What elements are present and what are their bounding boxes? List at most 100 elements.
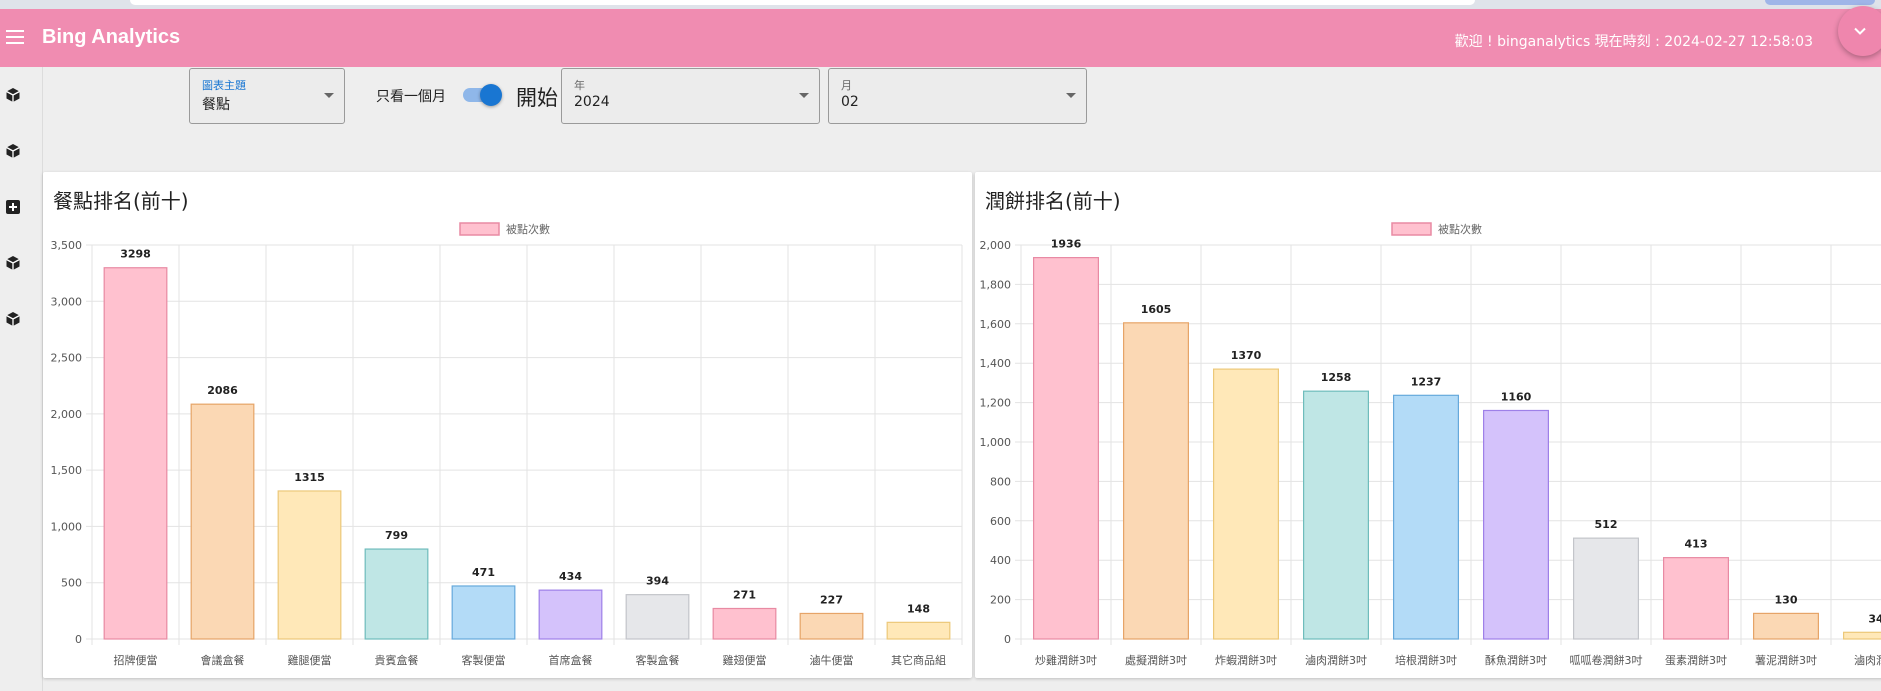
one-month-label: 只看一個月 xyxy=(376,89,446,105)
chevron-down-icon xyxy=(1854,27,1866,35)
bar-value-label: 1605 xyxy=(1141,303,1172,316)
x-tick-label: 雞腿便當 xyxy=(288,653,332,667)
bar xyxy=(1572,537,1639,640)
bar xyxy=(886,621,951,640)
x-tick-label: 培根潤餅3吋 xyxy=(1395,653,1457,667)
legend-label: 被點次數 xyxy=(506,222,550,236)
x-tick-label: 薯泥潤餅3吋 xyxy=(1755,653,1817,667)
bar xyxy=(1213,368,1280,640)
x-tick-label: 雞翅便當 xyxy=(723,653,767,667)
y-tick-label: 800 xyxy=(990,475,1011,488)
bar-value-label: 2086 xyxy=(207,384,238,397)
bar-value-label: 1160 xyxy=(1501,390,1532,403)
bar-value-label: 413 xyxy=(1685,538,1708,551)
bar xyxy=(1752,612,1819,640)
y-tick-label: 1,600 xyxy=(980,318,1012,331)
bar xyxy=(277,490,342,640)
x-tick-label: 滷肉潤餅 xyxy=(1854,653,1881,667)
bar xyxy=(1842,631,1881,640)
chart-theme-select[interactable]: 圖表主題 餐點 xyxy=(189,68,345,124)
x-tick-label: 貴賓盒餐 xyxy=(375,653,419,667)
bar xyxy=(190,403,255,640)
legend-swatch xyxy=(1391,222,1432,236)
x-tick-label: 其它商品組 xyxy=(891,653,946,667)
x-tick-label: 蛋素潤餅3吋 xyxy=(1665,653,1727,667)
y-tick-label: 2,500 xyxy=(51,352,83,365)
cube-icon[interactable] xyxy=(5,87,21,103)
chevron-down-icon xyxy=(324,93,334,98)
bar-value-label: 1936 xyxy=(1051,238,1082,251)
cube-icon[interactable] xyxy=(5,311,21,327)
toggle-knob xyxy=(480,84,502,106)
bar xyxy=(538,589,603,640)
runbing-ranking-chart: 被點次數 0 200 400 600 800 1,000 1,200 1,400 1,600 1,8… xyxy=(980,222,1881,667)
chart-theme-value: 餐點 xyxy=(202,97,230,113)
bar xyxy=(1662,557,1729,640)
bar xyxy=(1303,390,1370,640)
account-menu-button[interactable] xyxy=(1838,6,1881,56)
bar-value-label: 34 xyxy=(1868,612,1881,625)
bar xyxy=(1483,409,1550,640)
meal-ranking-chart: 被點次數 0 500 1,000 1,500 2,000 2,500 3,000 3,500 32… xyxy=(51,222,963,667)
start-label: 開始 xyxy=(516,86,558,110)
welcome-message: 歡迎 ! binganalytics 現在時刻 : 2024-02-27 12:… xyxy=(1454,34,1813,50)
month-select[interactable]: 月 02 xyxy=(828,68,1087,124)
x-tick-label: 招牌便當 xyxy=(114,653,158,667)
bar-value-label: 471 xyxy=(472,566,495,579)
year-value: 2024 xyxy=(574,94,610,110)
bar xyxy=(1032,257,1100,640)
plus-box-icon[interactable] xyxy=(5,199,21,215)
runbing-ranking-card: 潤餅排名(前十) 被點次數 0 200 400 600 800 1,000 1,200 1,40… xyxy=(975,172,1881,678)
meal-ranking-card: 餐點排名(前十) 被點次數 0 500 1,000 1,500 2,000 2,500 3,0… xyxy=(43,172,972,678)
x-tick-label: 會議盒餐 xyxy=(201,653,245,667)
x-tick-label: 酥魚潤餅3吋 xyxy=(1485,653,1547,667)
side-navigation xyxy=(0,67,43,691)
y-tick-label: 400 xyxy=(990,554,1011,567)
bar-value-label: 512 xyxy=(1595,518,1618,531)
bar xyxy=(1393,394,1460,640)
x-tick-label: 炸蝦潤餅3吋 xyxy=(1215,653,1277,667)
year-select[interactable]: 年 2024 xyxy=(561,68,820,124)
bar-value-label: 3298 xyxy=(120,248,151,261)
bar xyxy=(799,612,864,640)
bar-value-label: 799 xyxy=(385,529,408,542)
cube-icon[interactable] xyxy=(5,143,21,159)
chevron-down-icon xyxy=(799,93,809,98)
hamburger-menu-icon[interactable] xyxy=(6,30,24,46)
bar-value-label: 1370 xyxy=(1231,349,1262,362)
y-tick-label: 1,000 xyxy=(51,520,83,533)
app-bar: Bing Analytics 歡迎 ! binganalytics 現在時刻 :… xyxy=(0,9,1881,67)
x-tick-label: 首席盒餐 xyxy=(549,653,593,667)
x-tick-label: 客製盒餐 xyxy=(636,653,680,667)
y-tick-label: 0 xyxy=(75,633,82,646)
y-tick-label: 0 xyxy=(1004,633,1011,646)
browser-profile-button[interactable] xyxy=(1765,0,1875,5)
browser-address-bar[interactable] xyxy=(130,0,1475,5)
y-tick-label: 1,400 xyxy=(980,357,1012,370)
x-tick-label: 滷肉潤餅3吋 xyxy=(1305,653,1367,667)
one-month-toggle[interactable] xyxy=(461,82,505,108)
legend-label: 被點次數 xyxy=(1438,222,1482,236)
app-title: Bing Analytics xyxy=(42,26,181,48)
y-tick-label: 2,000 xyxy=(51,408,83,421)
y-tick-label: 1,000 xyxy=(980,436,1012,449)
cube-icon[interactable] xyxy=(5,255,21,271)
chart-theme-label: 圖表主題 xyxy=(202,79,246,92)
month-value: 02 xyxy=(841,94,859,110)
y-tick-label: 500 xyxy=(61,577,82,590)
bar-value-label: 1237 xyxy=(1411,375,1442,388)
bar-value-label: 271 xyxy=(733,588,756,601)
bar-value-label: 227 xyxy=(820,593,843,606)
y-tick-label: 200 xyxy=(990,594,1011,607)
bar-value-label: 434 xyxy=(559,570,582,583)
bar-value-label: 1315 xyxy=(294,471,325,484)
bar xyxy=(451,585,516,640)
y-tick-label: 3,000 xyxy=(51,295,83,308)
y-tick-label: 2,000 xyxy=(980,239,1012,252)
bar-value-label: 1258 xyxy=(1321,371,1352,384)
bar-value-label: 394 xyxy=(646,575,669,588)
y-tick-label: 1,200 xyxy=(980,397,1012,410)
legend-swatch xyxy=(459,222,500,236)
x-tick-label: 呱呱卷潤餅3吋 xyxy=(1570,653,1643,667)
bar-value-label: 130 xyxy=(1775,593,1798,606)
